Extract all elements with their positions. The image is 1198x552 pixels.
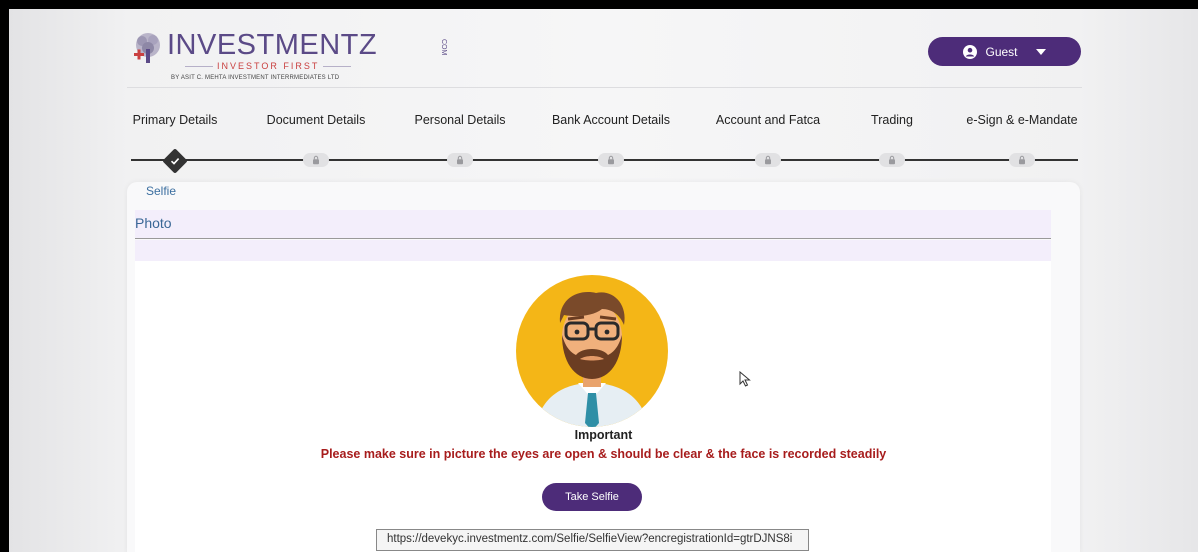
brand-subtitle: BY ASIT C. MEHTA INVESTMENT INTERRMEDIAT… [171,75,340,81]
checkmark-icon [170,158,180,165]
step-label-personal-details[interactable]: Personal Details [414,113,505,127]
chevron-down-icon [1035,48,1046,55]
photo-panel-header: Photo [135,210,1051,239]
step-label-bank-account-details[interactable]: Bank Account Details [552,113,670,127]
selfie-avatar-illustration [516,275,668,427]
step-label-trading[interactable]: Trading [871,113,913,127]
lock-icon [447,153,473,167]
brand-name: INVESTMENTZ [167,29,378,61]
photo-panel-band [135,240,1051,261]
user-menu-label: Guest [985,44,1018,59]
brand-tagline: INVESTOR FIRST [217,61,320,71]
step-node-bank-account-details[interactable] [598,153,624,167]
mouse-cursor-icon [739,371,751,387]
lock-icon [1009,153,1035,167]
step-node-trading[interactable] [879,153,905,167]
user-circle-icon [963,44,978,59]
take-selfie-button[interactable]: Take Selfie [542,483,642,511]
user-menu-button[interactable]: Guest [928,37,1081,66]
tagline-rule [323,65,352,67]
lock-icon [879,153,905,167]
browser-viewport: INVESTMENTZ COM INVESTOR FIRST BY ASIT C… [9,9,1198,552]
brand-com: COM [440,39,447,56]
important-heading: Important [574,428,633,442]
section-title: Selfie [146,184,177,198]
step-node-personal-details[interactable] [447,153,473,167]
tree-logo-icon [134,33,160,63]
completed-step-marker [162,148,188,174]
status-url-bar: https://devekyc.investmentz.com/Selfie/S… [376,529,809,551]
step-node-primary-details[interactable] [162,148,188,174]
lock-icon [303,153,329,167]
step-node-account-and-fatca[interactable] [755,153,781,167]
lock-icon [598,153,624,167]
photo-panel-title: Photo [135,215,172,231]
step-label-primary-details[interactable]: Primary Details [133,113,218,127]
step-label-esign-emandate[interactable]: e-Sign & e-Mandate [966,113,1077,127]
step-label-document-details[interactable]: Document Details [267,113,366,127]
brand-logo[interactable]: INVESTMENTZ COM INVESTOR FIRST BY ASIT C… [127,25,447,85]
selfie-instructions: Please make sure in picture the eyes are… [320,447,887,461]
tagline-rule [185,65,213,67]
step-label-account-and-fatca[interactable]: Account and Fatca [716,113,820,127]
step-node-esign-emandate[interactable] [1009,153,1035,167]
brand-tagline-row: INVESTOR FIRST [185,61,352,71]
lock-icon [755,153,781,167]
step-node-document-details[interactable] [303,153,329,167]
header-divider [127,87,1082,88]
